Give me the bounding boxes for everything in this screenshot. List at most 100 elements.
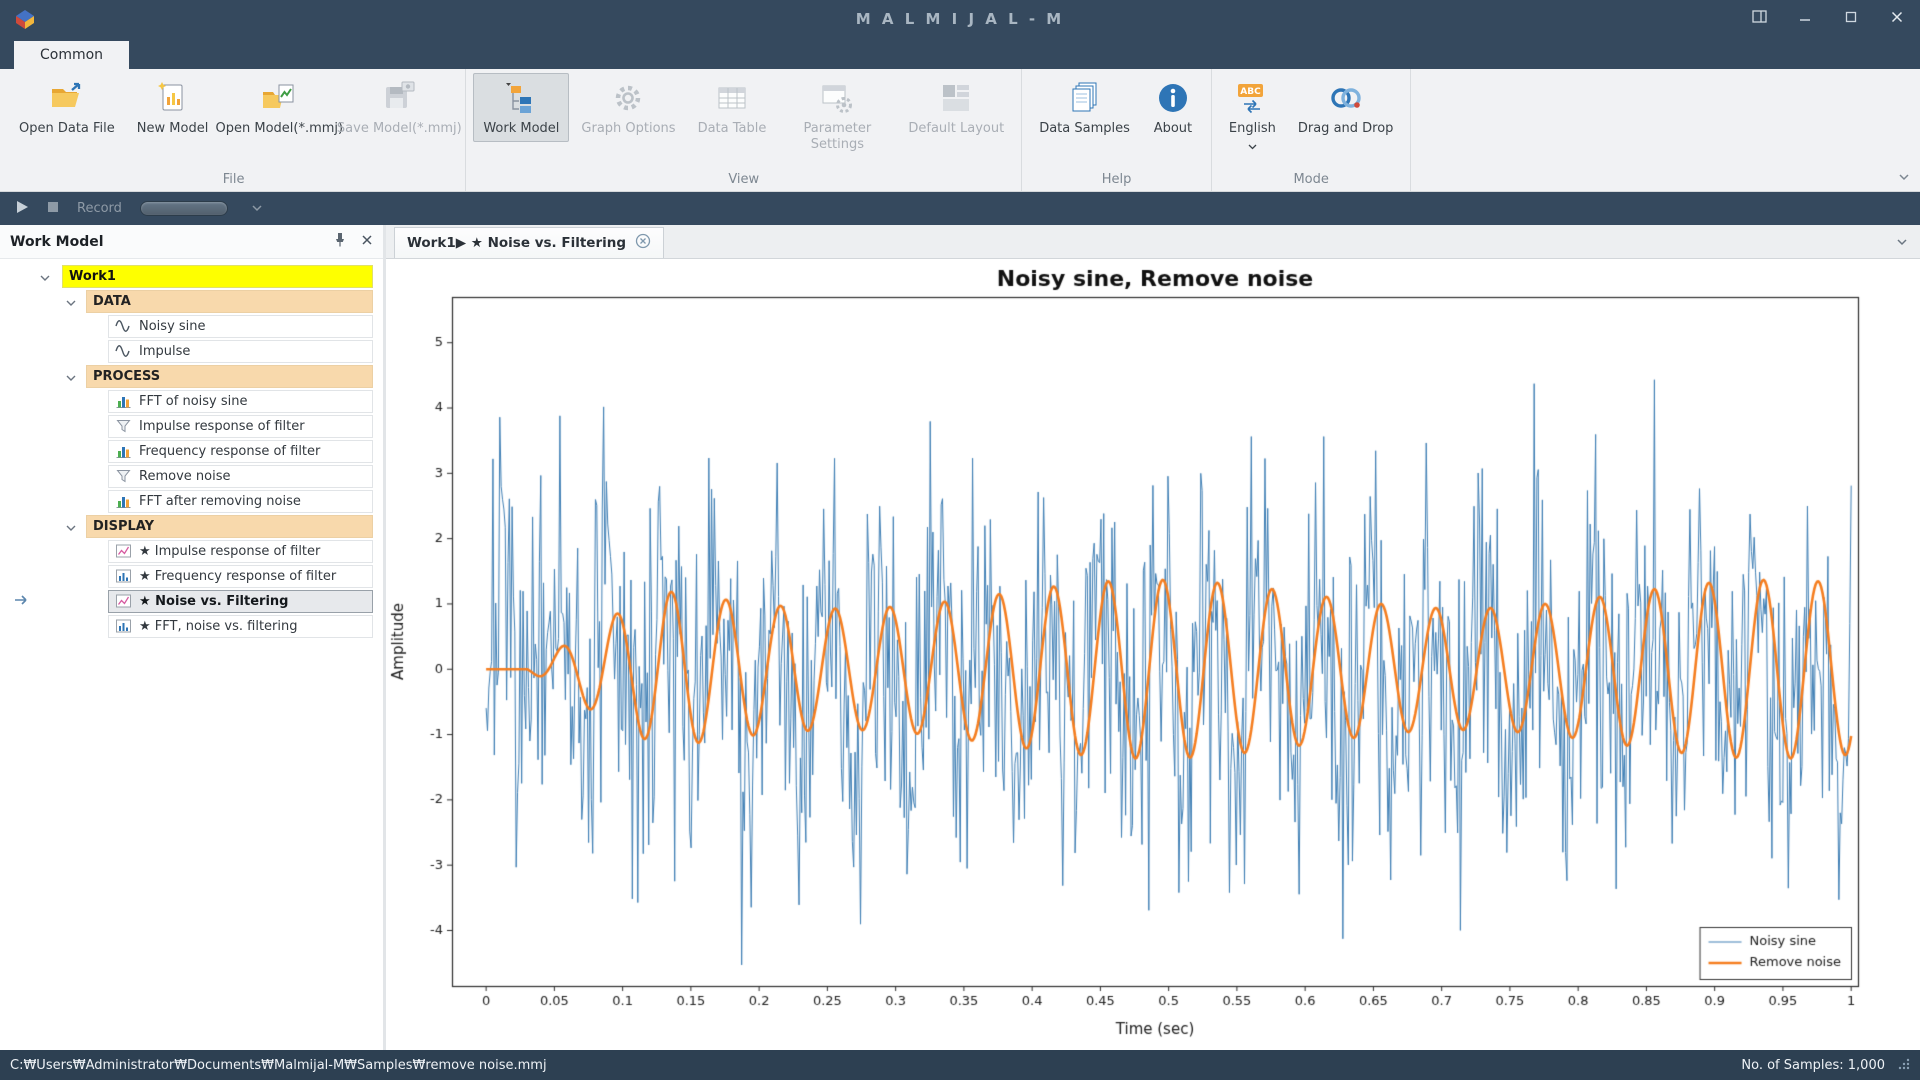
tree-row: Frequency response of filter bbox=[0, 439, 383, 464]
tree-row: FFT of noisy sine bbox=[0, 389, 383, 414]
ribbon-button-label: Data Samples bbox=[1039, 121, 1130, 137]
ribbon-collapse-chevron-icon[interactable] bbox=[1898, 170, 1910, 185]
tab-list-chevron-icon[interactable] bbox=[1896, 235, 1908, 250]
tree-row: FFT after removing noise bbox=[0, 489, 383, 514]
tree-item-label: ★ Noise vs. Filtering bbox=[139, 594, 288, 609]
tree-section-display[interactable]: DISPLAY bbox=[86, 515, 373, 538]
tree-item-remove-noise[interactable]: Remove noise bbox=[108, 465, 373, 488]
ribbon-group-view: Work ModelGraph OptionsData TableParamet… bbox=[466, 69, 1022, 191]
ribbon-button-new-model[interactable]: New Model bbox=[127, 73, 219, 142]
waveform-icon bbox=[115, 318, 132, 334]
tree-row: Remove noise bbox=[0, 464, 383, 489]
ribbon-button-save-model-mmj: Save Model(*.mmj) bbox=[340, 73, 458, 142]
tree-item-fft-of-noisy-sine[interactable]: FFT of noisy sine bbox=[108, 390, 373, 413]
ribbon-tab-common[interactable]: Common bbox=[14, 41, 129, 69]
tree-item-label: ★ Impulse response of filter bbox=[139, 544, 320, 559]
close-panel-icon[interactable] bbox=[361, 234, 373, 250]
svg-text:ABC: ABC bbox=[1241, 87, 1262, 97]
tree-row-section: DISPLAY bbox=[0, 514, 383, 539]
ribbon-button-about[interactable]: About bbox=[1142, 73, 1204, 142]
close-icon bbox=[1891, 11, 1903, 27]
tree-row-section: PROCESS bbox=[0, 364, 383, 389]
bar-graph-icon bbox=[115, 568, 132, 584]
tree-section-process[interactable]: PROCESS bbox=[86, 365, 373, 388]
maximize-button[interactable] bbox=[1828, 0, 1874, 37]
ribbon-button-english[interactable]: ABCEnglish bbox=[1219, 73, 1286, 159]
ribbon-button-drag-and-drop[interactable]: Drag and Drop bbox=[1288, 73, 1404, 142]
tree-item-label: FFT after removing noise bbox=[139, 494, 301, 509]
ribbon-button-open-data-file[interactable]: Open Data File bbox=[9, 73, 125, 142]
ribbon-button-data-samples[interactable]: Data Samples bbox=[1029, 73, 1140, 142]
tree-item-noisy-sine[interactable]: Noisy sine bbox=[108, 315, 373, 338]
tree-expand-chevron-icon[interactable] bbox=[66, 296, 76, 311]
tree-section-data[interactable]: DATA bbox=[86, 290, 373, 313]
panel-title: Work Model bbox=[10, 234, 104, 250]
tree-item-label: Impulse bbox=[139, 344, 190, 359]
tree-item-fft-noise-vs-filtering[interactable]: ★ FFT, noise vs. filtering bbox=[108, 615, 373, 638]
app-logo-icon bbox=[12, 6, 38, 32]
bar-chart-icon bbox=[115, 493, 132, 509]
filter-icon bbox=[115, 418, 132, 434]
document-tab-bar: Work1▶ ★ Noise vs. Filtering bbox=[386, 225, 1920, 259]
panel-header-icons bbox=[333, 232, 373, 251]
tree-item-impulse-response-of-filter[interactable]: Impulse response of filter bbox=[108, 415, 373, 438]
window-title: M A L M I J A L - M bbox=[0, 10, 1920, 28]
record-label: Record bbox=[77, 201, 122, 216]
ribbon-group-help: Data SamplesAboutHelp bbox=[1022, 69, 1212, 191]
ribbon-button-graph-options: Graph Options bbox=[571, 73, 685, 142]
tree-item-fft-after-removing-noise[interactable]: FFT after removing noise bbox=[108, 490, 373, 513]
ribbon-button-label: Parameter Settings bbox=[788, 121, 886, 152]
dock-panel-icon bbox=[1752, 10, 1767, 27]
pin-icon[interactable] bbox=[333, 232, 347, 251]
tree-item-frequency-response-of-filter[interactable]: Frequency response of filter bbox=[108, 440, 373, 463]
tree-row: ★ Noise vs. Filtering bbox=[0, 589, 383, 614]
minimize-button[interactable] bbox=[1782, 0, 1828, 37]
graph-options-icon bbox=[610, 80, 646, 116]
work-model-panel-header: Work Model bbox=[0, 225, 383, 259]
ribbon-button-label: Work Model bbox=[483, 121, 559, 137]
tree-item-work1[interactable]: Work1 bbox=[62, 265, 373, 288]
ribbon-button-open-model-mmj[interactable]: Open Model(*.mmj) bbox=[220, 73, 338, 142]
tree-row-root: Work1 bbox=[0, 264, 383, 289]
tree-item-noise-vs-filtering[interactable]: ★ Noise vs. Filtering bbox=[108, 590, 373, 613]
new-model-icon bbox=[155, 80, 191, 116]
tree-item-frequency-response-of-filter[interactable]: ★ Frequency response of filter bbox=[108, 565, 373, 588]
ribbon-button-label: Open Data File bbox=[19, 121, 115, 137]
tree-item-impulse-response-of-filter[interactable]: ★ Impulse response of filter bbox=[108, 540, 373, 563]
record-dropdown-caret-icon[interactable] bbox=[252, 201, 262, 216]
tree-expand-chevron-icon[interactable] bbox=[66, 371, 76, 386]
dock-panel-button[interactable] bbox=[1736, 0, 1782, 37]
resize-grip-icon[interactable] bbox=[1897, 1057, 1910, 1074]
tree-item-label: Frequency response of filter bbox=[139, 444, 320, 459]
ribbon-button-work-model[interactable]: Work Model bbox=[473, 73, 569, 142]
ribbon-group-file: Open Data File New ModelOpen Model(*.mmj)… bbox=[2, 69, 466, 191]
document-tab[interactable]: Work1▶ ★ Noise vs. Filtering bbox=[394, 227, 664, 258]
tree-item-impulse[interactable]: Impulse bbox=[108, 340, 373, 363]
tree-row-section: DATA bbox=[0, 289, 383, 314]
ribbon-group-label: Mode bbox=[1218, 169, 1405, 189]
chart-canvas[interactable] bbox=[386, 259, 1920, 1050]
stop-icon[interactable] bbox=[47, 201, 59, 217]
ribbon: Open Data File New ModelOpen Model(*.mmj)… bbox=[0, 69, 1920, 192]
default-layout-icon bbox=[938, 80, 974, 116]
tree-item-label: ★ FFT, noise vs. filtering bbox=[139, 619, 298, 634]
tree-expand-chevron-icon[interactable] bbox=[66, 521, 76, 536]
play-icon[interactable] bbox=[16, 200, 29, 218]
tree-row: ★ Impulse response of filter bbox=[0, 539, 383, 564]
record-toggle[interactable] bbox=[140, 201, 228, 216]
tree-item-label: Noisy sine bbox=[139, 319, 206, 334]
status-samples-count: No. of Samples: 1,000 bbox=[1741, 1058, 1885, 1073]
tree-row: Noisy sine bbox=[0, 314, 383, 339]
document-tab-label: Work1▶ ★ Noise vs. Filtering bbox=[407, 235, 626, 251]
close-tab-icon[interactable] bbox=[635, 233, 651, 253]
status-bar: C:₩Users₩Administrator₩Documents₩Malmija… bbox=[0, 1050, 1920, 1080]
ribbon-button-label: Default Layout bbox=[908, 121, 1004, 137]
drag-drop-icon bbox=[1328, 80, 1364, 116]
ribbon-button-label: Graph Options bbox=[581, 121, 675, 137]
close-button[interactable] bbox=[1874, 0, 1920, 37]
ribbon-button-label: Drag and Drop bbox=[1298, 121, 1394, 137]
waveform-icon bbox=[115, 343, 132, 359]
main-content: Work Model Work1DATA Noisy sine Impulse PRO… bbox=[0, 225, 1920, 1050]
tree-expand-chevron-icon[interactable] bbox=[40, 271, 50, 286]
record-bar: Record bbox=[0, 192, 1920, 225]
